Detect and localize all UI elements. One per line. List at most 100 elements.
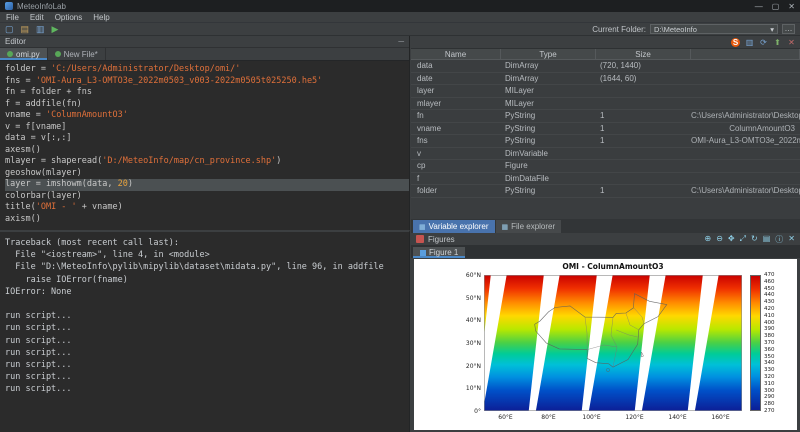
save-figure-icon[interactable]: ▤: [763, 234, 771, 245]
y-tick-label: 20°N: [448, 363, 481, 370]
current-folder-value: D:\MeteoInfo: [654, 25, 697, 34]
identify-icon[interactable]: ⓘ: [775, 234, 783, 245]
plot-title: OMI - ColumnAmountO3: [484, 262, 742, 271]
title-bar: MeteoInfoLab — ▢ ✕: [0, 0, 800, 12]
code-line-13[interactable]: title('OMI - ' + vname): [5, 202, 409, 214]
column-type[interactable]: Type: [501, 49, 596, 60]
menu-bar: File Edit Options Help: [0, 12, 800, 23]
code-line-8[interactable]: axesm(): [5, 145, 409, 157]
figure-canvas[interactable]: OMI - ColumnAmountO3: [414, 259, 797, 430]
console-line: run script...: [5, 359, 409, 371]
menu-file[interactable]: File: [6, 13, 19, 22]
colorbar-tick-label: 350: [764, 354, 775, 360]
save-file-icon[interactable]: ▥: [36, 25, 45, 34]
figures-panel-title: Figures: [428, 235, 455, 244]
zoom-in-icon[interactable]: ⊕: [705, 234, 712, 245]
colorbar: [750, 275, 761, 411]
colorbar-tick-label: 280: [764, 401, 775, 407]
current-folder-combo[interactable]: D:\MeteoInfo ▾: [650, 24, 778, 34]
console-line: run script...: [5, 383, 409, 395]
save-variables-icon[interactable]: ▥: [745, 38, 754, 47]
y-tick-label: 0°: [448, 408, 481, 415]
window-title: MeteoInfoLab: [17, 2, 66, 11]
open-file-icon[interactable]: ▤: [21, 25, 30, 34]
chevron-down-icon: ▾: [770, 25, 774, 34]
rotate-icon[interactable]: ↻: [751, 234, 758, 245]
code-line-2[interactable]: fns = 'OMI-Aura_L3-OMTO3e_2022m0503_v003…: [5, 76, 409, 88]
tab-variable-explorer[interactable]: ▦Variable explorer: [413, 220, 495, 233]
variable-row-v[interactable]: vDimVariable: [411, 148, 800, 161]
console-output: Traceback (most recent call last): File …: [5, 237, 409, 396]
variable-row-fn[interactable]: fnPyString1C:\Users\Administrator\Deskto…: [411, 110, 800, 123]
code-line-9[interactable]: mlayer = shaperead('D:/MeteoInfo/map/cn_…: [5, 156, 409, 168]
code-line-7[interactable]: data = v[:,:]: [5, 133, 409, 145]
menu-options[interactable]: Options: [55, 13, 83, 22]
colorbar-tick-label: 270: [764, 408, 775, 414]
variable-row-vname[interactable]: vnamePyString1ColumnAmountO3: [411, 123, 800, 136]
menu-edit[interactable]: Edit: [30, 13, 44, 22]
console-panel[interactable]: Traceback (most recent call last): File …: [0, 230, 410, 432]
colorbar-tick-label: 340: [764, 360, 775, 366]
editor-tab-1[interactable]: omi.py: [0, 48, 48, 60]
code-line-14[interactable]: axism(): [5, 214, 409, 226]
code-line-12[interactable]: colorbar(layer): [5, 191, 409, 203]
variable-row-date[interactable]: dateDimArray(1644, 60): [411, 73, 800, 86]
column-name[interactable]: Name: [411, 49, 501, 60]
console-line: run script...: [5, 347, 409, 359]
variable-row-fns[interactable]: fnsPyString1OMI-Aura_L3-OMTO3e_2022m05..…: [411, 135, 800, 148]
colorbar-tick-label: 360: [764, 347, 775, 353]
python-file-icon: [7, 51, 13, 57]
close-figure-icon[interactable]: ✕: [788, 234, 795, 245]
minimize-button[interactable]: —: [755, 2, 763, 11]
code-line-4[interactable]: f = addfile(fn): [5, 99, 409, 111]
new-file-icon[interactable]: ▢: [5, 25, 14, 34]
code-line-5[interactable]: vname = 'ColumnAmountO3': [5, 110, 409, 122]
code-line-6[interactable]: v = f[vname]: [5, 122, 409, 134]
variable-row-folder[interactable]: folderPyString1C:\Users\Administrator\De…: [411, 185, 800, 198]
python-file-icon: [55, 51, 61, 57]
import-variable-icon[interactable]: ⬆: [773, 38, 782, 47]
tab-file-explorer[interactable]: ▦File explorer: [496, 220, 562, 233]
current-folder-label: Current Folder:: [592, 25, 646, 34]
variable-row-f[interactable]: fDimDataFile: [411, 173, 800, 186]
menu-help[interactable]: Help: [93, 13, 109, 22]
figure-tab-bar: Figure 1: [411, 246, 800, 258]
delete-variable-icon[interactable]: ✕: [787, 38, 796, 47]
code-line-10[interactable]: geoshow(mlayer): [5, 168, 409, 180]
variable-table-header[interactable]: Name Type Size: [411, 49, 800, 60]
maximize-button[interactable]: ▢: [772, 2, 780, 11]
app-icon: [5, 2, 13, 10]
variable-row-layer[interactable]: layerMILayer: [411, 85, 800, 98]
figures-icon: [416, 235, 424, 243]
code-line-3[interactable]: fn = folder + fns: [5, 87, 409, 99]
figure-tab[interactable]: Figure 1: [413, 247, 465, 258]
variable-table-body: dataDimArray(720, 1440)dateDimArray(1644…: [411, 60, 800, 198]
variable-explorer-panel: S ▥ ⟳ ⬆ ✕ Name Type Size dataDimArray(720, 1…: [411, 36, 800, 233]
refresh-variables-icon[interactable]: ⟳: [759, 38, 768, 47]
code-editor[interactable]: folder = 'C:/Users/Administrator/Desktop…: [0, 61, 409, 225]
variable-row-data[interactable]: dataDimArray(720, 1440): [411, 60, 800, 73]
run-script-icon[interactable]: ▶: [52, 25, 59, 34]
editor-tab-2[interactable]: New File*: [48, 48, 106, 60]
column-value[interactable]: [691, 49, 800, 60]
ozone-map: [484, 275, 742, 411]
column-size[interactable]: Size: [596, 49, 691, 60]
colorbar-tick-label: 370: [764, 340, 775, 346]
variable-row-mlayer[interactable]: mlayerMILayer: [411, 98, 800, 111]
pan-icon[interactable]: ✥: [728, 234, 735, 245]
close-button[interactable]: ✕: [788, 2, 795, 11]
s-logo-icon[interactable]: S: [731, 38, 740, 47]
console-line: run script...: [5, 322, 409, 334]
full-extent-icon[interactable]: ⤢: [740, 234, 746, 245]
colorbar-tick-label: 450: [764, 286, 775, 292]
minimize-panel-icon[interactable]: ─: [398, 37, 404, 46]
editor-panel-header: Editor ─: [0, 36, 409, 48]
zoom-out-icon[interactable]: ⊖: [716, 234, 723, 245]
code-line-11[interactable]: layer = imshowm(data, 20): [5, 179, 409, 191]
code-line-1[interactable]: folder = 'C:/Users/Administrator/Desktop…: [5, 64, 409, 76]
editor-panel: Editor ─ omi.pyNew File* folder = 'C:/Us…: [0, 36, 410, 230]
x-tick-label: 100°E: [579, 414, 605, 421]
figure-icon: [420, 250, 426, 256]
variable-row-cp[interactable]: cpFigure: [411, 160, 800, 173]
browse-folder-button[interactable]: …: [782, 24, 795, 34]
